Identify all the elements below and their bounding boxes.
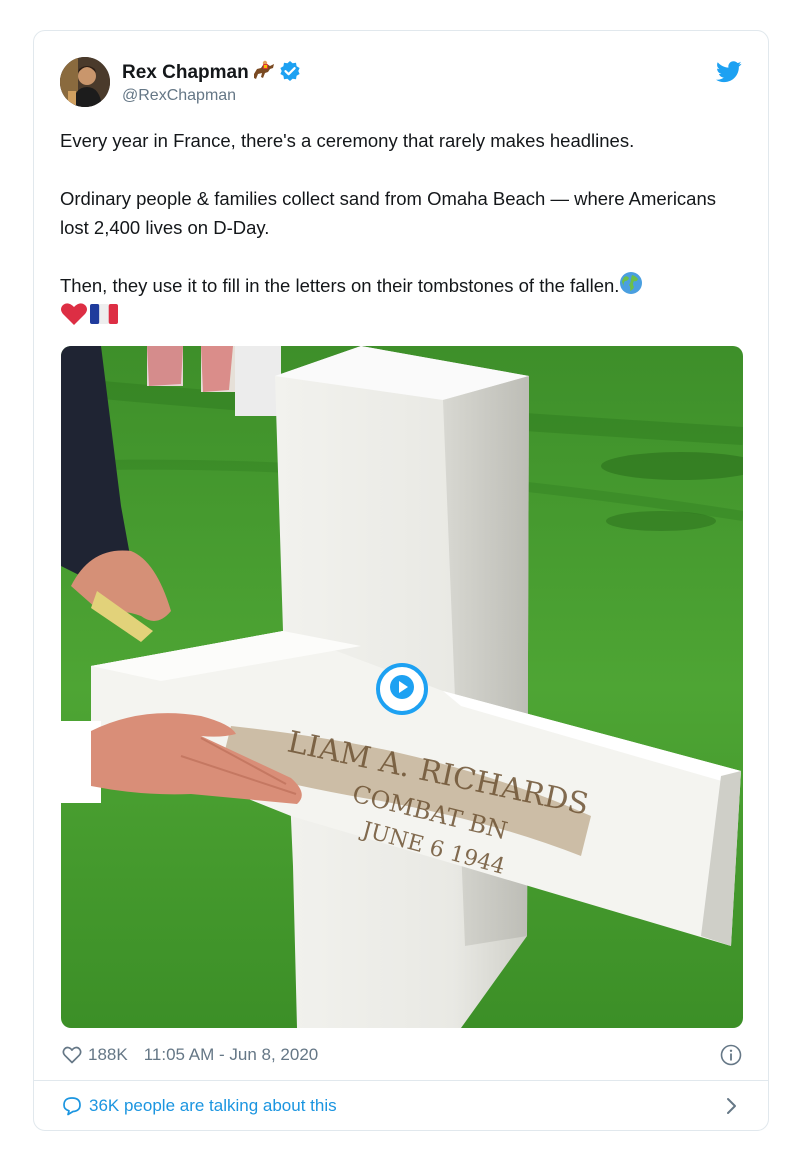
globe-emoji [619, 271, 643, 303]
twitter-bird-icon[interactable] [716, 61, 742, 83]
france-flag-emoji [90, 303, 118, 332]
display-name[interactable]: Rex Chapman [122, 62, 249, 84]
tweet-paragraph-1: Every year in France, there's a ceremony… [60, 130, 635, 151]
tweet-card[interactable]: Rex Chapman @RexChapman Every year in Fr… [33, 30, 769, 1131]
verified-badge-icon [279, 60, 301, 87]
divider [34, 1080, 768, 1081]
author-names: Rex Chapman @RexChapman [122, 60, 301, 105]
chevron-right-icon [726, 1097, 738, 1115]
conversation-link[interactable]: 36K people are talking about this [62, 1093, 742, 1119]
display-name-row: Rex Chapman [122, 60, 301, 87]
red-heart-emoji [60, 302, 88, 334]
timestamp[interactable]: 11:05 AM - Jun 8, 2020 [144, 1045, 319, 1065]
like-count: 188K [88, 1045, 128, 1064]
tweet-emoji-line [60, 303, 740, 332]
tweet-meta: 188K 11:05 AM - Jun 8, 2020 [62, 1043, 742, 1067]
info-icon[interactable] [720, 1044, 742, 1066]
play-button[interactable] [376, 663, 428, 715]
tweet-paragraph-3: Then, they use it to fill in the letters… [60, 271, 740, 303]
tweet-text: Every year in France, there's a ceremony… [60, 126, 740, 332]
horse-racing-emoji [251, 60, 277, 87]
conversation-label: 36K people are talking about this [89, 1096, 337, 1115]
play-icon [390, 674, 414, 705]
tweet-paragraph-3-text: Then, they use it to fill in the letters… [60, 275, 620, 296]
heart-outline-icon [62, 1046, 82, 1064]
tweet-header: Rex Chapman @RexChapman [60, 57, 742, 113]
avatar[interactable] [60, 57, 110, 107]
author-handle[interactable]: @RexChapman [122, 87, 301, 105]
tweet-paragraph-2: Ordinary people & families collect sand … [60, 188, 717, 238]
speech-bubble-icon [62, 1096, 82, 1116]
like-button[interactable]: 188K [62, 1045, 128, 1065]
